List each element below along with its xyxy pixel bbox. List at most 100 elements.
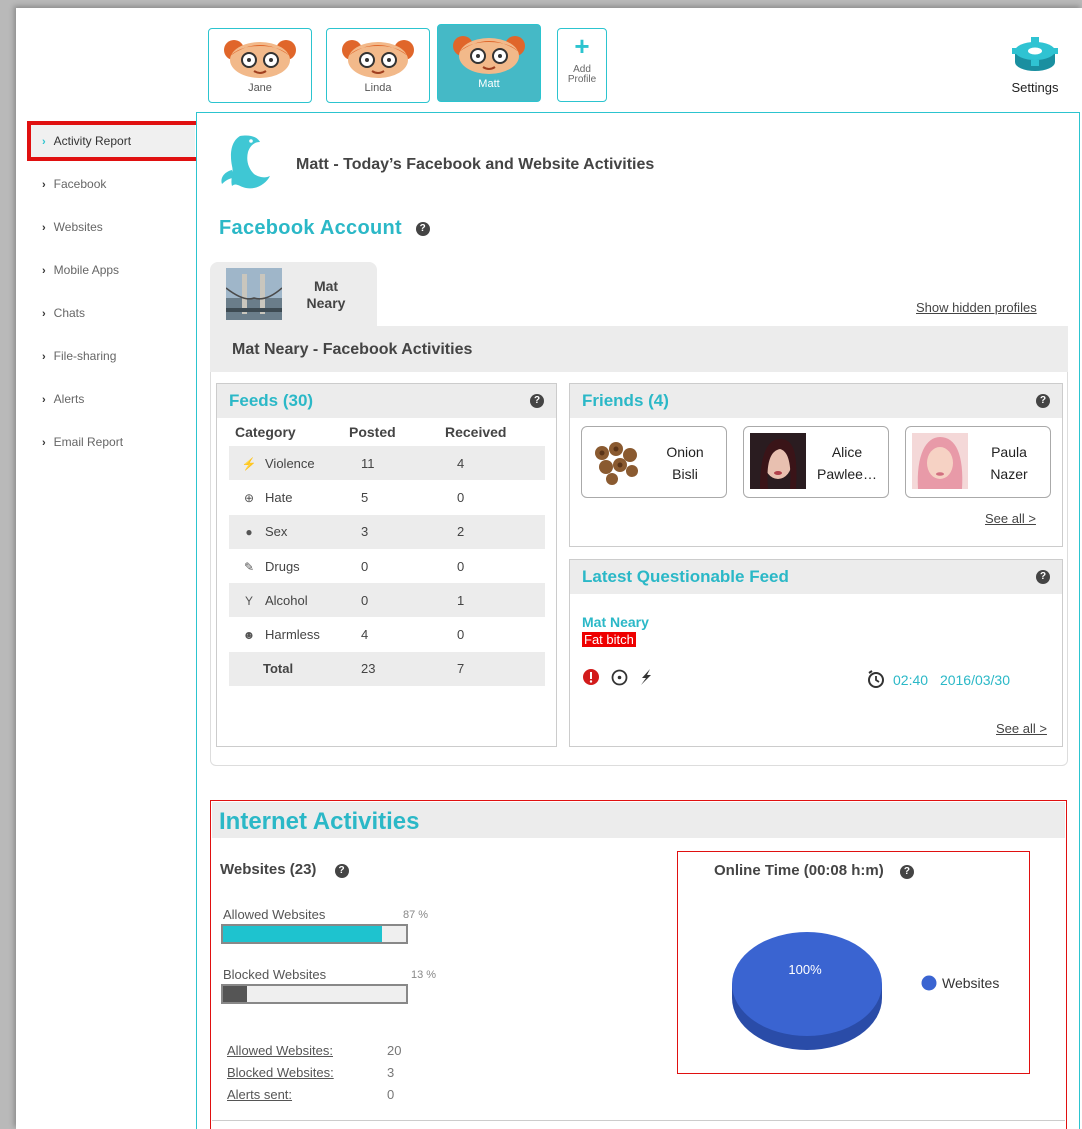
total-posted: 23 <box>349 651 445 687</box>
posted-cell: 11 <box>349 446 445 481</box>
lightning-icon <box>641 669 651 685</box>
sidebar-item-file-sharing[interactable]: › File-sharing <box>30 339 195 382</box>
table-row: ⊕ Hate 5 0 <box>229 480 545 514</box>
friends-see-all-link[interactable]: See all > <box>985 511 1036 526</box>
help-icon[interactable]: ? <box>1036 570 1050 584</box>
sidebar-item-label: Chats <box>53 306 86 320</box>
friends-title: Friends (4) <box>582 391 669 410</box>
friend-card[interactable]: Alice Pawlee… <box>743 426 889 498</box>
latest-feed-see-all-link[interactable]: See all > <box>996 721 1047 736</box>
sex-icon: ● <box>245 525 253 540</box>
latest-feed-text: Fat bitch <box>582 632 636 647</box>
friend-name-line: Pawlee… <box>817 466 877 482</box>
chevron-right-icon: › <box>42 351 46 363</box>
allowed-websites-pct: 87 % <box>403 909 429 921</box>
friend-name-line: Paula <box>991 444 1027 460</box>
facebook-profile-first: Mat <box>313 278 339 294</box>
table-row: ✎ Drugs 0 0 <box>229 549 545 583</box>
stat-blocked-label[interactable]: Blocked Websites: <box>227 1065 334 1080</box>
posted-cell: 0 <box>361 558 369 574</box>
category-label: Violence <box>265 455 315 471</box>
category-cell: ⊕ Hate <box>229 480 349 514</box>
syringe-icon: ✎ <box>243 559 255 574</box>
category-label: Alcohol <box>265 592 308 608</box>
category-label: Sex <box>265 524 288 540</box>
chevron-right-icon: › <box>42 179 46 191</box>
avatar <box>342 40 414 78</box>
sidebar-item-websites[interactable]: › Websites <box>30 210 195 253</box>
facebook-account-label: Facebook Account <box>219 217 402 239</box>
alert-icon <box>583 669 599 685</box>
websites-title: Websites (23) ? <box>220 861 349 878</box>
friend-card[interactable]: Onion Bisli <box>581 426 727 498</box>
help-icon[interactable]: ? <box>530 394 544 408</box>
sidebar-item-label: File-sharing <box>53 349 117 363</box>
allowed-websites-bar <box>221 924 408 944</box>
blocked-websites-label: Blocked Websites <box>223 967 327 982</box>
chevron-right-icon: › <box>42 437 46 449</box>
profile-name: Linda <box>364 82 392 94</box>
blocked-websites-bar <box>221 984 408 1004</box>
table-row: ⚡ Violence 11 4 <box>229 446 545 481</box>
facebook-profile-tab[interactable]: Mat Neary <box>210 262 377 326</box>
settings-label: Settings <box>1011 80 1059 95</box>
avatar <box>453 36 525 74</box>
blocked-websites-bar-fill <box>223 986 247 1002</box>
sidebar-item-chats[interactable]: › Chats <box>30 296 195 339</box>
settings-button[interactable]: Settings <box>1000 35 1070 95</box>
facebook-profile-name: Mat Neary <box>294 278 358 312</box>
category-cell: ☻ Harmless <box>229 617 349 651</box>
latest-feed-author[interactable]: Mat Neary <box>582 614 649 630</box>
latest-feed-title: Latest Questionable Feed <box>582 567 789 586</box>
lightning-icon: ⚡ <box>241 456 257 471</box>
help-icon[interactable]: ? <box>415 222 430 236</box>
profile-tab-matt[interactable]: Matt <box>437 24 541 102</box>
posted-cell: 5 <box>361 489 369 505</box>
sidebar-item-mobile-apps[interactable]: › Mobile Apps <box>30 253 195 296</box>
friend-name: Paula Nazer <box>972 441 1046 485</box>
chevron-right-icon: › <box>42 308 46 320</box>
category-cell: ✎ Drugs <box>229 549 349 583</box>
online-time-title: Online Time (00:08 h:m) ? <box>714 862 914 879</box>
dolphin-icon <box>221 135 270 189</box>
glass-icon: Y <box>244 593 253 608</box>
plus-icon: + <box>574 31 590 61</box>
sidebar-item-label: Alerts <box>53 392 85 406</box>
help-icon[interactable]: ? <box>334 864 349 878</box>
sidebar-item-label: Email Report <box>53 435 124 449</box>
show-hidden-profiles-link[interactable]: Show hidden profiles <box>916 300 1037 315</box>
sidebar-item-facebook[interactable]: › Facebook <box>30 167 195 210</box>
category-label: Harmless <box>265 627 320 643</box>
sidebar: › Activity Report › Facebook › Websites › Mo… <box>30 124 195 468</box>
profile-tab-linda[interactable]: Linda <box>326 28 430 103</box>
friend-photo <box>750 433 806 489</box>
stat-blocked-value: 3 <box>387 1065 395 1080</box>
help-icon[interactable]: ? <box>1036 394 1050 408</box>
feeds-title: Feeds (30) <box>229 391 314 410</box>
sidebar-item-alerts[interactable]: › Alerts <box>30 382 195 425</box>
smiley-icon: ☻ <box>242 628 256 643</box>
posted-cell: 3 <box>349 514 445 549</box>
profile-tab-jane[interactable]: Jane <box>208 28 312 103</box>
category-cell: ● Sex <box>229 514 349 549</box>
add-profile-button[interactable]: + Add Profile <box>557 28 607 102</box>
posted-cell: 0 <box>349 583 445 618</box>
column-header: Category <box>235 424 296 440</box>
stat-alerts-value: 0 <box>387 1087 395 1102</box>
stat-allowed-label[interactable]: Allowed Websites: <box>227 1043 333 1058</box>
page-title: Matt - Today’s Facebook and Website Acti… <box>296 156 655 173</box>
pie-data-label: 100% <box>788 962 822 977</box>
received-cell: 0 <box>457 627 465 643</box>
gear-icon <box>1012 37 1058 71</box>
friend-name-line: Bisli <box>672 466 698 482</box>
help-icon[interactable]: ? <box>899 865 914 879</box>
sidebar-item-label: Facebook <box>53 177 107 191</box>
stat-alerts-label[interactable]: Alerts sent: <box>227 1087 292 1102</box>
sidebar-item-email-report[interactable]: › Email Report <box>30 425 195 468</box>
friend-card[interactable]: Paula Nazer <box>905 426 1051 498</box>
legend-label: Websites <box>942 975 1000 991</box>
facebook-profile-last: Neary <box>306 295 346 311</box>
clock-icon <box>868 670 884 688</box>
facebook-account-title: Facebook Account ? <box>219 217 430 240</box>
received-cell: 2 <box>445 514 545 549</box>
